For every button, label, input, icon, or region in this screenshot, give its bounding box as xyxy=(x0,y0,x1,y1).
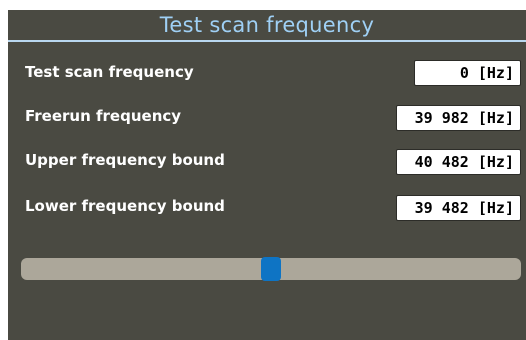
frequency-slider-thumb[interactable] xyxy=(261,257,281,281)
upper-frequency-bound-value[interactable]: 40 482 [Hz] xyxy=(396,149,521,175)
panel-title: Test scan frequency xyxy=(159,13,375,37)
lower-frequency-bound-label: Lower frequency bound xyxy=(25,197,225,215)
test-scan-frequency-label: Test scan frequency xyxy=(25,63,194,81)
frequency-slider-track[interactable] xyxy=(21,257,521,281)
lower-frequency-bound-value[interactable]: 39 482 [Hz] xyxy=(396,195,521,221)
test-scan-frequency-value[interactable]: 0 [Hz] xyxy=(414,60,521,86)
freerun-frequency-label: Freerun frequency xyxy=(25,107,182,125)
upper-frequency-bound-label: Upper frequency bound xyxy=(25,151,225,169)
test-scan-frequency-panel: Test scan frequency Test scan frequency … xyxy=(8,10,526,340)
freerun-frequency-value[interactable]: 39 982 [Hz] xyxy=(396,105,521,131)
panel-header: Test scan frequency xyxy=(8,10,526,42)
